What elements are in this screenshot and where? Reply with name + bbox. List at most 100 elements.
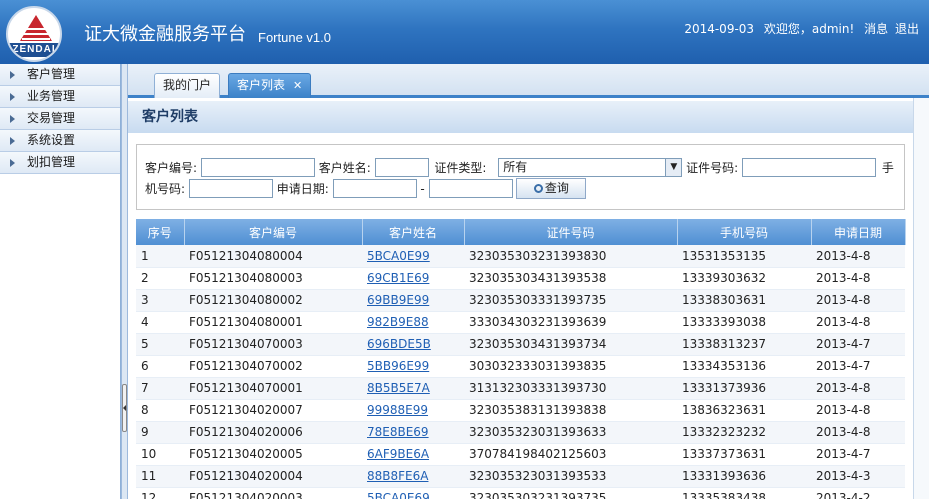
- cell-apply-date: 2013-4-8: [811, 289, 905, 312]
- cell-phone: 13331393636: [677, 465, 811, 488]
- sidebar-splitter[interactable]: [121, 64, 128, 499]
- customer-no-input[interactable]: [200, 158, 315, 177]
- cell-seq: 9: [136, 421, 184, 444]
- sidebar-item-customer-mgmt[interactable]: 客户管理: [0, 64, 120, 86]
- table-row[interactable]: 2 F05121304080003 69CB1E69 3230353034313935…: [136, 267, 905, 290]
- id-no-input[interactable]: [741, 158, 876, 177]
- tab-customer-list[interactable]: 客户列表 ✕: [228, 73, 312, 98]
- sidebar-item-business-mgmt[interactable]: 业务管理: [0, 86, 120, 108]
- tab-my-portal[interactable]: 我的门户: [154, 73, 221, 98]
- search-icon: [533, 184, 543, 193]
- cell-phone: 13339303632: [677, 267, 811, 290]
- sidebar-item-label: 划扣管理: [27, 155, 76, 169]
- logout-link[interactable]: 退出: [895, 22, 919, 36]
- query-button[interactable]: 查询: [516, 178, 587, 199]
- cell-id-no: 333034303231393639: [464, 311, 677, 334]
- sidebar-item-system-settings[interactable]: 系统设置: [0, 130, 120, 152]
- apply-date-start-input[interactable]: [332, 179, 417, 198]
- cell-customer-no: F05121304070003: [184, 333, 362, 356]
- cell-seq: 5: [136, 333, 184, 356]
- table-row[interactable]: 10 F05121304020005 6AF9BE6A 370784198402125…: [136, 443, 905, 466]
- id-type-select[interactable]: 所有 ▼: [498, 158, 683, 177]
- cell-customer-name[interactable]: 69BB9E99: [362, 289, 464, 312]
- cell-seq: 12: [136, 487, 184, 499]
- close-icon[interactable]: ✕: [293, 79, 302, 92]
- table-row[interactable]: 5 F05121304070003 696BDE5B 3230353034313937…: [136, 333, 905, 356]
- cell-phone: 13333393038: [677, 311, 811, 334]
- table-row[interactable]: 8 F05121304020007 99988E99 3230353831313938…: [136, 399, 905, 422]
- sidebar-item-trade-mgmt[interactable]: 交易管理: [0, 108, 120, 130]
- tab-bar: 我的门户 客户列表 ✕: [128, 64, 929, 98]
- tab-label: 我的门户: [163, 78, 212, 92]
- phone-input[interactable]: [188, 179, 273, 198]
- cell-customer-no: F05121304020005: [184, 443, 362, 466]
- cell-id-no: 323035303231393735: [464, 487, 677, 499]
- cell-apply-date: 2013-4-8: [811, 399, 905, 422]
- table-row[interactable]: 3 F05121304080002 69BB9E99 3230353033313937…: [136, 289, 905, 312]
- sidebar: 客户管理 业务管理 交易管理 系统设置 划扣管理: [0, 64, 121, 499]
- messages-link[interactable]: 消息: [864, 22, 888, 36]
- cell-id-no: 323035323031393633: [464, 421, 677, 444]
- cell-apply-date: 2013-4-7: [811, 443, 905, 466]
- col-header-id-no[interactable]: 证件号码: [464, 219, 678, 245]
- cell-customer-name[interactable]: 88B8FE6A: [362, 465, 464, 488]
- id-type-label: 证件类型:: [434, 160, 487, 175]
- apply-date-end-input[interactable]: [428, 179, 513, 198]
- cell-customer-no: F05121304080004: [184, 245, 362, 268]
- cell-id-no: 323035303431393734: [464, 333, 677, 356]
- cell-id-no: 370784198402125603: [464, 443, 677, 466]
- customer-name-input[interactable]: [374, 158, 429, 177]
- current-date: 2014-09-03: [684, 22, 755, 36]
- table-row[interactable]: 9 F05121304020006 78E8BE69 3230353230313936…: [136, 421, 905, 444]
- cell-customer-name[interactable]: 5BB96E99: [362, 355, 464, 378]
- col-header-seq[interactable]: 序号: [136, 219, 185, 245]
- customer-no-label: 客户编号:: [145, 160, 198, 175]
- cell-seq: 1: [136, 245, 184, 268]
- table-header-row: 序号 客户编号 客户姓名 证件号码 手机号码 申请日期: [136, 219, 906, 245]
- cell-customer-name[interactable]: 78E8BE69: [362, 421, 464, 444]
- table-row[interactable]: 6 F05121304070002 5BB96E99 3030323330313938…: [136, 355, 905, 378]
- table-row[interactable]: 7 F05121304070001 8B5B5E7A 3131323033313937…: [136, 377, 905, 400]
- sidebar-item-label: 系统设置: [27, 133, 76, 147]
- sidebar-item-label: 业务管理: [27, 89, 76, 103]
- cell-customer-name[interactable]: 99988E99: [362, 399, 464, 422]
- col-header-customer-name[interactable]: 客户姓名: [362, 219, 465, 245]
- cell-id-no: 323035303431393538: [464, 267, 677, 290]
- id-no-label: 证件号码:: [686, 160, 739, 175]
- cell-phone: 13334353136: [677, 355, 811, 378]
- cell-seq: 10: [136, 443, 184, 466]
- cell-phone: 13338313237: [677, 333, 811, 356]
- cell-seq: 6: [136, 355, 184, 378]
- collapse-sidebar-icon[interactable]: [122, 384, 127, 432]
- table-row[interactable]: 4 F05121304080001 982B9E88 3330343032313936…: [136, 311, 905, 334]
- table-row[interactable]: 12 F05121304020003 5BCA0E69 323035303231393…: [136, 487, 905, 499]
- col-header-phone[interactable]: 手机号码: [677, 219, 812, 245]
- cell-customer-name[interactable]: 69CB1E69: [362, 267, 464, 290]
- cell-phone: 13337373631: [677, 443, 811, 466]
- cell-customer-name[interactable]: 5BCA0E69: [362, 487, 464, 499]
- table-row[interactable]: 1 F05121304080004 5BCA0E99 3230353032313938…: [136, 245, 905, 268]
- cell-apply-date: 2013-4-7: [811, 355, 905, 378]
- sidebar-item-deduction-mgmt[interactable]: 划扣管理: [0, 152, 120, 174]
- cell-apply-date: 2013-4-8: [811, 267, 905, 290]
- chevron-down-icon[interactable]: ▼: [665, 159, 682, 176]
- cell-id-no: 323035383131393838: [464, 399, 677, 422]
- cell-customer-name[interactable]: 982B9E88: [362, 311, 464, 334]
- cell-id-no: 323035303231393830: [464, 245, 677, 268]
- cell-customer-name[interactable]: 696BDE5B: [362, 333, 464, 356]
- cell-customer-no: F05121304080002: [184, 289, 362, 312]
- col-header-apply-date[interactable]: 申请日期: [811, 219, 906, 245]
- cell-customer-name[interactable]: 5BCA0E99: [362, 245, 464, 268]
- cell-apply-date: 2013-4-3: [811, 465, 905, 488]
- cell-id-no: 303032333031393835: [464, 355, 677, 378]
- cell-seq: 4: [136, 311, 184, 334]
- cell-apply-date: 2013-4-8: [811, 377, 905, 400]
- cell-seq: 3: [136, 289, 184, 312]
- cell-customer-name[interactable]: 8B5B5E7A: [362, 377, 464, 400]
- cell-customer-no: F05121304020006: [184, 421, 362, 444]
- cell-customer-name[interactable]: 6AF9BE6A: [362, 443, 464, 466]
- col-header-customer-no[interactable]: 客户编号: [184, 219, 363, 245]
- table-row[interactable]: 11 F05121304020004 88B8FE6A 323035323031393…: [136, 465, 905, 488]
- cell-phone: 13531353135: [677, 245, 811, 268]
- search-form: 客户编号: 客户姓名: 证件类型: 所有 ▼ 证件号码: 手 机号码: 申请日期:…: [136, 144, 905, 210]
